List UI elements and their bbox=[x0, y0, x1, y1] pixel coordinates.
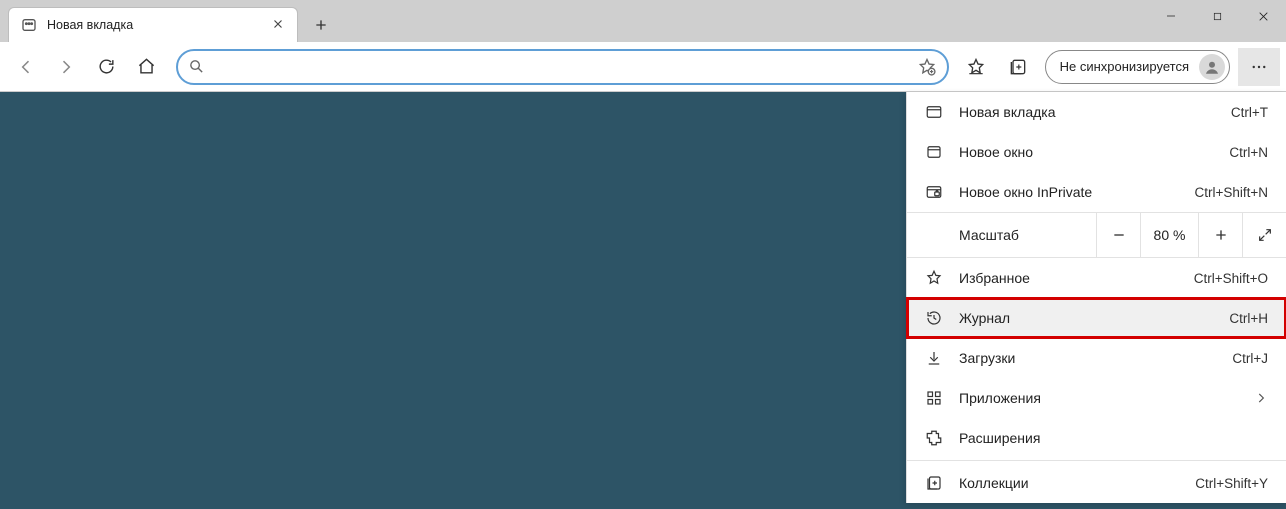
extensions-icon bbox=[925, 429, 943, 447]
window-controls bbox=[1148, 0, 1286, 32]
collections-button[interactable] bbox=[997, 47, 1039, 87]
zoom-in-button[interactable] bbox=[1198, 212, 1242, 258]
menu-item-label: Расширения bbox=[959, 430, 1268, 446]
settings-menu: Новая вкладка Ctrl+T Новое окно Ctrl+N Н… bbox=[906, 92, 1286, 503]
forward-button[interactable] bbox=[46, 47, 86, 87]
menu-item-label: Загрузки bbox=[959, 350, 1232, 366]
inprivate-icon bbox=[925, 183, 943, 201]
menu-collections[interactable]: Коллекции Ctrl+Shift+Y bbox=[907, 463, 1286, 503]
collections-icon bbox=[925, 474, 943, 492]
menu-item-shortcut: Ctrl+Shift+N bbox=[1194, 185, 1268, 200]
close-tab-icon[interactable] bbox=[271, 17, 287, 33]
menu-downloads[interactable]: Загрузки Ctrl+J bbox=[907, 338, 1286, 378]
menu-item-label: Приложения bbox=[959, 390, 1254, 406]
maximize-button[interactable] bbox=[1194, 0, 1240, 32]
back-button[interactable] bbox=[6, 47, 46, 87]
menu-item-shortcut: Ctrl+J bbox=[1232, 351, 1268, 366]
zoom-value: 80 % bbox=[1140, 212, 1198, 258]
newtab-page-icon bbox=[21, 17, 37, 33]
address-input[interactable] bbox=[216, 51, 917, 83]
toolbar: Не синхронизируется bbox=[0, 42, 1286, 92]
menu-history[interactable]: Журнал Ctrl+H bbox=[907, 298, 1286, 338]
chevron-right-icon bbox=[1254, 391, 1268, 405]
menu-item-shortcut: Ctrl+T bbox=[1231, 105, 1268, 120]
menu-item-shortcut: Ctrl+H bbox=[1229, 311, 1268, 326]
menu-item-label: Избранное bbox=[959, 270, 1194, 286]
menu-item-shortcut: Ctrl+Shift+O bbox=[1194, 271, 1268, 286]
history-icon bbox=[925, 309, 943, 327]
browser-tab[interactable]: Новая вкладка bbox=[8, 7, 298, 42]
zoom-out-button[interactable] bbox=[1096, 212, 1140, 258]
menu-item-label: Новая вкладка bbox=[959, 104, 1231, 120]
menu-item-label: Новое окно InPrivate bbox=[959, 184, 1194, 200]
menu-item-label: Коллекции bbox=[959, 475, 1195, 491]
menu-separator bbox=[907, 460, 1286, 461]
menu-item-shortcut: Ctrl+N bbox=[1229, 145, 1268, 160]
menu-new-tab[interactable]: Новая вкладка Ctrl+T bbox=[907, 92, 1286, 132]
avatar-icon bbox=[1199, 54, 1225, 80]
menu-item-label: Журнал bbox=[959, 310, 1229, 326]
favorites-button[interactable] bbox=[955, 47, 997, 87]
tab-title: Новая вкладка bbox=[47, 18, 271, 32]
menu-apps[interactable]: Приложения bbox=[907, 378, 1286, 418]
close-window-button[interactable] bbox=[1240, 0, 1286, 32]
menu-favorites[interactable]: Избранное Ctrl+Shift+O bbox=[907, 258, 1286, 298]
search-icon bbox=[188, 58, 206, 76]
new-window-icon bbox=[925, 143, 943, 161]
more-button[interactable] bbox=[1238, 48, 1280, 86]
titlebar: Новая вкладка bbox=[0, 0, 1286, 42]
apps-icon bbox=[925, 389, 943, 407]
profile-button[interactable]: Не синхронизируется bbox=[1045, 50, 1230, 84]
new-tab-icon bbox=[925, 103, 943, 121]
sync-status-label: Не синхронизируется bbox=[1060, 59, 1189, 74]
download-icon bbox=[925, 349, 943, 367]
menu-extensions[interactable]: Расширения bbox=[907, 418, 1286, 458]
menu-zoom: Масштаб 80 % bbox=[907, 212, 1286, 258]
new-tab-button[interactable] bbox=[306, 10, 336, 40]
menu-new-inprivate[interactable]: Новое окно InPrivate Ctrl+Shift+N bbox=[907, 172, 1286, 212]
zoom-label: Масштаб bbox=[959, 227, 1096, 243]
home-button[interactable] bbox=[126, 47, 166, 87]
refresh-button[interactable] bbox=[86, 47, 126, 87]
menu-new-window[interactable]: Новое окно Ctrl+N bbox=[907, 132, 1286, 172]
menu-item-label: Новое окно bbox=[959, 144, 1229, 160]
star-icon bbox=[925, 269, 943, 287]
fullscreen-button[interactable] bbox=[1242, 212, 1286, 258]
minimize-button[interactable] bbox=[1148, 0, 1194, 32]
menu-item-shortcut: Ctrl+Shift+Y bbox=[1195, 476, 1268, 491]
address-bar[interactable] bbox=[176, 49, 949, 85]
add-favorite-icon[interactable] bbox=[917, 57, 937, 77]
